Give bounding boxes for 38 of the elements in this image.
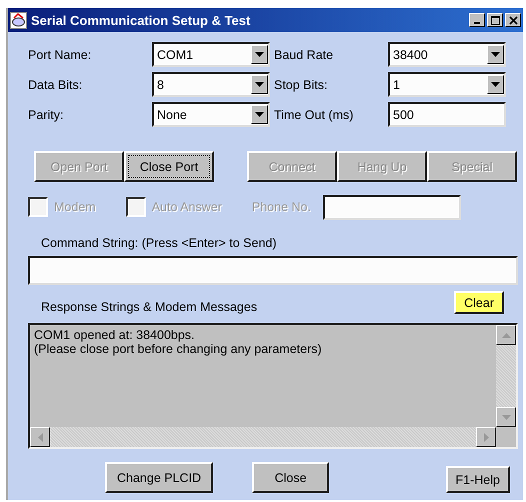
help-button[interactable]: F1-Help [446,466,510,493]
response-line: (Please close port before changing any parameters) [34,342,322,356]
port-button[interactable]: Close Port [124,151,214,182]
dropdown[interactable]: 8 [152,72,270,97]
window-title: Serial Communication Setup & Test [31,12,252,28]
scroll-up-icon[interactable] [496,325,516,345]
dropdown[interactable]: 1 [388,72,506,97]
horizontal-scrollbar[interactable] [30,427,496,447]
field-label: Parity: [28,108,64,122]
scroll-right-icon[interactable] [476,427,496,447]
field-label: Data Bits: [28,78,84,92]
scroll-left-icon[interactable] [30,427,50,447]
dropdown[interactable]: 38400 [388,42,506,67]
close-icon[interactable] [508,16,518,24]
section-label: Response Strings & Modem Messages [41,300,258,314]
response-line: COM1 opened at: 38400bps. [34,328,195,342]
command-field[interactable] [28,256,518,285]
app-icon [10,12,27,28]
maximize-icon[interactable] [490,16,500,24]
field-label: Time Out (ms) [273,108,354,122]
clear-button[interactable]: Clear [454,291,504,314]
dropdown[interactable]: COM1 [152,42,270,67]
scroll-down-icon[interactable] [496,407,516,427]
footer-button[interactable]: Change PLCID [105,462,214,493]
field-label: Port Name: [28,48,92,62]
footer-button[interactable]: Close [252,462,330,493]
field-label: Command String: (Press <Enter> to Send) [41,236,278,250]
vertical-scrollbar[interactable] [496,325,516,427]
checkbox-label: Auto Answer [152,200,222,214]
field-label: Phone No. [252,200,311,214]
maximize-button[interactable] [487,13,503,27]
minimize-button[interactable] [469,13,485,27]
close-button[interactable] [505,13,521,27]
field-label: Stop Bits: [273,78,328,92]
input-field[interactable]: 500 [388,102,506,127]
dropdown[interactable]: None [152,102,270,127]
checkbox-label: Modem [54,200,96,214]
field-label: Baud Rate [273,48,334,62]
